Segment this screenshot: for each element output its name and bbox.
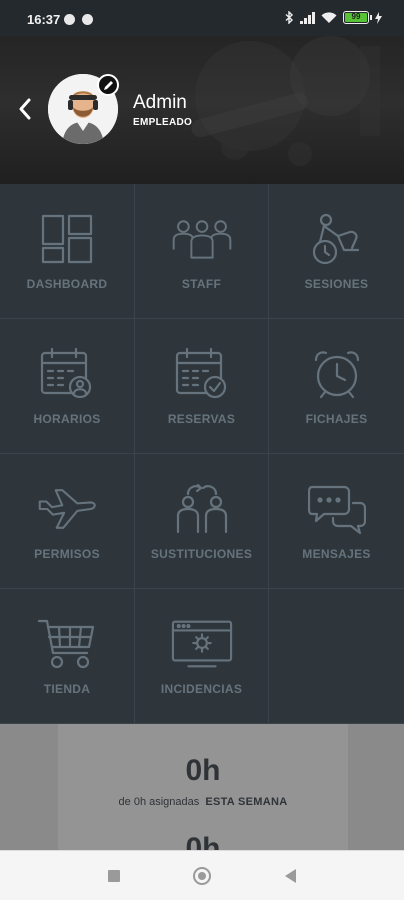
menu-tile-label: MENSAJES (302, 547, 371, 561)
home-button[interactable] (193, 867, 211, 885)
notification-icon (64, 14, 75, 25)
menu-tile-staff[interactable]: STAFF (135, 184, 269, 319)
menu-tile-incidencias[interactable]: INCIDENCIAS (135, 589, 269, 724)
bluetooth-icon (285, 11, 294, 24)
menu-tile-label: DASHBOARD (26, 277, 108, 291)
hours-card: 0h de 0h asignadas ESTA SEMANA 0h (58, 724, 348, 850)
chat-bubbles-icon (306, 481, 368, 537)
menu-tile-sesiones[interactable]: SESIONES (269, 184, 404, 319)
shopping-cart-icon (36, 616, 98, 672)
hours-value-secondary: 0h (185, 832, 221, 850)
status-indicators: 99 (285, 11, 382, 24)
menu-tile-tienda[interactable]: TIENDA (0, 589, 135, 724)
battery-level: 99 (345, 13, 367, 22)
menu-tile-reservas[interactable]: RESERVAS (135, 319, 269, 454)
charging-icon (375, 11, 382, 24)
menu-tile-label: FICHAJES (305, 412, 368, 426)
airplane-icon (36, 481, 98, 537)
menu-tile-horarios[interactable]: HORARIOS (0, 319, 135, 454)
hours-summary: 0h de 0h asignadas ESTA SEMANA 0h (0, 724, 404, 850)
hours-caption: de 0h asignadas ESTA SEMANA (58, 796, 348, 808)
menu-tile-label: SUSTITUCIONES (150, 547, 253, 561)
menu-tile-label: TIENDA (43, 682, 91, 696)
status-bar: 16:37 99 (0, 0, 404, 36)
system-back-button[interactable] (285, 869, 296, 883)
wifi-icon (321, 11, 337, 23)
menu-tile-sustituciones[interactable]: SUSTITUCIONES (135, 454, 269, 589)
back-button[interactable] (12, 94, 38, 124)
menu-grid: DASHBOARD STAFF SESIONES HORARIOS RESERV… (0, 184, 404, 724)
app-notification-icon (82, 14, 93, 25)
period-label: ESTA SEMANA (205, 796, 288, 808)
menu-tile-mensajes[interactable]: MENSAJES (269, 454, 404, 589)
incident-monitor-icon (171, 616, 233, 672)
user-name: Admin (133, 92, 187, 113)
status-time: 16:37 (27, 12, 61, 27)
menu-tile-empty (269, 589, 404, 724)
signal-icon (300, 11, 315, 24)
menu-tile-permisos[interactable]: PERMISOS (0, 454, 135, 589)
menu-tile-label: PERMISOS (34, 547, 100, 561)
profile-header: Admin EMPLEADO (0, 36, 404, 184)
battery-icon: 99 (343, 11, 372, 24)
schedule-calendar-icon (36, 346, 98, 402)
alarm-clock-icon (306, 346, 368, 402)
menu-tile-dashboard[interactable]: DASHBOARD (0, 184, 135, 319)
menu-tile-label: HORARIOS (33, 412, 101, 426)
user-role: EMPLEADO (133, 117, 193, 128)
menu-tile-label: INCIDENCIAS (160, 682, 243, 696)
chevron-left-icon (19, 98, 31, 120)
dashboard-icon (36, 211, 98, 267)
hours-assigned-text: de 0h asignadas (118, 796, 200, 808)
menu-tile-label: RESERVAS (167, 412, 236, 426)
hours-value: 0h (185, 754, 221, 787)
menu-tile-fichajes[interactable]: FICHAJES (269, 319, 404, 454)
edit-avatar-button[interactable] (97, 74, 119, 96)
menu-tile-label: STAFF (181, 277, 222, 291)
menu-tile-label: SESIONES (304, 277, 369, 291)
bookings-calendar-icon (171, 346, 233, 402)
staff-icon (171, 211, 233, 267)
recent-apps-button[interactable] (108, 870, 120, 882)
pencil-icon (103, 80, 113, 90)
sessions-icon (306, 211, 368, 267)
system-nav-bar (0, 850, 404, 900)
substitution-icon (171, 481, 233, 537)
